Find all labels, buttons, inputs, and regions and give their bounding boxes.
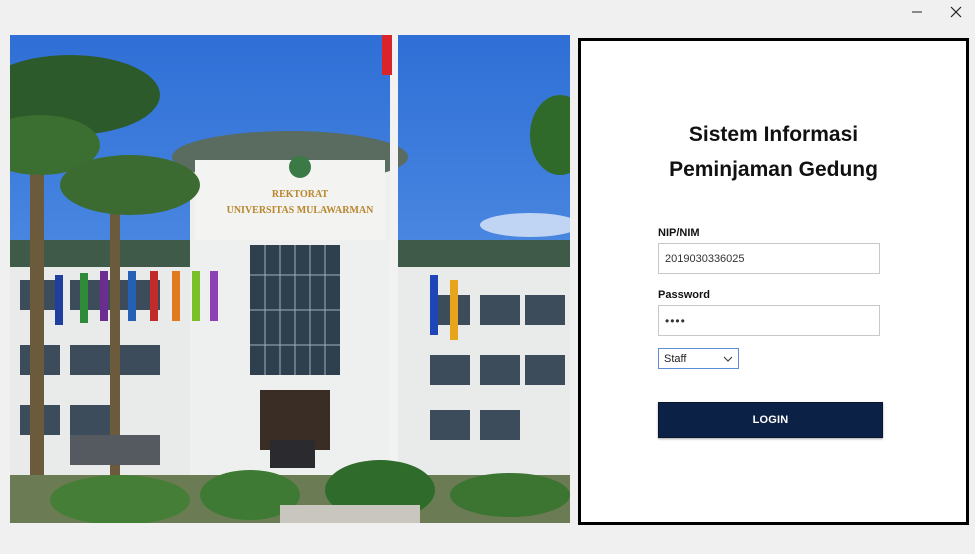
minimize-button[interactable] <box>897 0 937 24</box>
password-input[interactable] <box>658 305 880 336</box>
title-bar <box>0 0 975 28</box>
app-title-line1: Sistem Informasi <box>688 123 859 146</box>
chevron-down-icon <box>723 356 733 362</box>
nip-label: NIP/NIM <box>658 227 700 239</box>
close-icon <box>950 6 962 18</box>
sign-line2: UNIVERSITAS MULAWARMAN <box>227 205 375 216</box>
minimize-icon <box>912 11 922 13</box>
login-panel: Sistem Informasi Peminjaman Gedung NIP/N… <box>578 38 969 525</box>
close-button[interactable] <box>936 0 975 24</box>
role-select[interactable]: Staff <box>658 348 739 369</box>
login-button[interactable]: LOGIN <box>658 402 883 438</box>
campus-building-photo: REKTORAT UNIVERSITAS MULAWARMAN <box>10 35 570 523</box>
role-select-value: Staff <box>664 352 687 365</box>
sign-line1: REKTORAT <box>272 189 329 200</box>
nip-input[interactable] <box>658 243 880 274</box>
password-label: Password <box>658 289 710 301</box>
app-title-line2: Peminjaman Gedung <box>669 158 878 181</box>
app-window: REKTORAT UNIVERSITAS MULAWARMAN Sistem I… <box>0 0 975 554</box>
